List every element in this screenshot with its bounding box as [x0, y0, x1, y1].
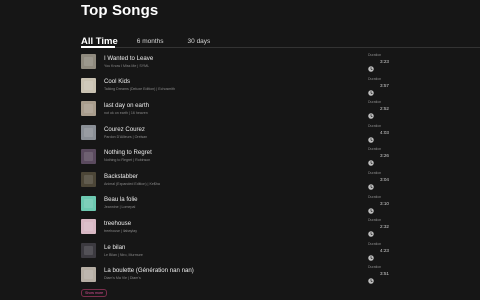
clock-icon — [368, 201, 374, 214]
song-title[interactable]: Cool Kids — [104, 78, 399, 86]
song-meta: La boulette (Génération nan nan) Diam's … — [104, 267, 399, 281]
song-row[interactable]: last day on earth not ok on earth | 16 h… — [81, 97, 399, 121]
album-cover — [81, 243, 96, 259]
album-cover — [81, 54, 96, 70]
album-cover — [81, 219, 96, 235]
album-cover — [81, 195, 96, 211]
duration-block: Duration 2:32 — [368, 217, 408, 237]
song-row[interactable]: Backstabber Animal (Expanded Edition) | … — [81, 168, 399, 192]
song-duration: 3:57 — [380, 82, 389, 88]
duration-label: Duration — [368, 170, 382, 175]
clock-icon — [368, 248, 374, 261]
song-title[interactable]: last day on earth — [104, 102, 399, 110]
duration-label: Duration — [368, 147, 382, 152]
song-subtitle: Le Bilan | Niro, Murmure — [104, 252, 143, 257]
song-meta: I Wanted to Leave You Know I Miss Me | S… — [104, 55, 399, 69]
song-title[interactable]: Nothing to Regret — [104, 149, 399, 157]
duration-label: Duration — [368, 53, 382, 57]
song-title[interactable]: Backstabber — [104, 173, 399, 181]
song-title[interactable]: I Wanted to Leave — [104, 55, 399, 63]
duration-block: Duration 3:26 — [368, 146, 408, 167]
clock-icon — [368, 153, 374, 167]
song-meta: Courez Courez Pardon D'Ailleurs | Orelsa… — [104, 126, 399, 140]
duration-label: Duration — [368, 241, 382, 246]
song-meta: Cool Kids Talking Dreams (Deluxe Edition… — [104, 78, 399, 92]
song-row[interactable]: Beau la folie Jeannine | Lomepal Duratio… — [81, 192, 399, 216]
song-subtitle: Nothing to Regret | Robinson — [104, 158, 151, 163]
album-cover — [81, 125, 96, 141]
duration-block: Duration 3:04 — [368, 170, 408, 190]
tab-6-months[interactable]: 6 months — [137, 37, 164, 47]
song-title[interactable]: Courez Courez — [104, 126, 399, 134]
song-duration: 3:10 — [380, 200, 389, 206]
song-meta: Nothing to Regret Nothing to Regret | Ro… — [104, 149, 399, 163]
duration-label: Duration — [368, 76, 382, 81]
song-title[interactable]: Le bilan — [104, 244, 399, 252]
duration-label: Duration — [368, 100, 382, 105]
song-meta: Le bilan Le Bilan | Niro, Murmure — [104, 244, 399, 258]
song-subtitle: not ok on earth | 16 heaven — [104, 110, 148, 115]
duration-label: Duration — [368, 265, 382, 270]
song-row[interactable]: La boulette (Génération nan nan) Diam's … — [81, 262, 399, 286]
song-title[interactable]: Beau la folie — [104, 196, 399, 204]
song-duration: 4:03 — [380, 129, 389, 135]
clock-icon — [368, 271, 374, 285]
song-row[interactable]: Courez Courez Pardon D'Ailleurs | Orelsa… — [81, 121, 399, 145]
album-cover — [81, 101, 96, 117]
clock-icon — [368, 59, 374, 72]
song-row[interactable]: Nothing to Regret Nothing to Regret | Ro… — [81, 144, 399, 168]
song-title[interactable]: La boulette (Génération nan nan) — [104, 267, 399, 275]
song-subtitle: Diam's Ma Vie | Diam's — [104, 276, 141, 281]
song-duration: 4:23 — [380, 247, 389, 253]
album-cover — [81, 148, 96, 164]
tab-30-days[interactable]: 30 days — [188, 37, 211, 47]
song-row[interactable]: Le bilan Le Bilan | Niro, Murmure Durati… — [81, 239, 399, 263]
song-duration: 2:52 — [380, 106, 389, 112]
duration-block: Duration 3:57 — [368, 76, 408, 96]
song-subtitle: Jeannine | Lomepal — [104, 205, 136, 210]
album-cover — [81, 266, 96, 282]
song-list: I Wanted to Leave You Know I Miss Me | S… — [81, 50, 399, 286]
song-meta: Backstabber Animal (Expanded Edition) | … — [104, 173, 399, 187]
duration-label: Duration — [368, 194, 382, 199]
song-subtitle: You Know I Miss Me | SYML — [104, 63, 150, 68]
duration-block: Duration 4:03 — [368, 123, 408, 143]
song-meta: last day on earth not ok on earth | 16 h… — [104, 102, 399, 116]
clock-icon — [368, 177, 374, 190]
song-duration: 3:51 — [380, 271, 389, 277]
song-subtitle: Pardon D'Ailleurs | Orelsan — [104, 134, 148, 139]
song-subtitle: Talking Dreams (Deluxe Edition) | Echosm… — [104, 87, 176, 92]
top-songs-page: Top Songs All Time 6 months 30 days I Wa… — [0, 0, 480, 300]
active-tab-indicator — [81, 46, 115, 48]
time-range-tabs: All Time 6 months 30 days — [81, 33, 234, 47]
album-cover — [81, 172, 96, 188]
clock-icon — [368, 224, 374, 237]
tabs-divider — [81, 47, 480, 48]
clock-icon — [368, 130, 374, 143]
song-row[interactable]: Cool Kids Talking Dreams (Deluxe Edition… — [81, 74, 399, 98]
song-meta: Beau la folie Jeannine | Lomepal — [104, 196, 399, 210]
song-duration: 3:23 — [380, 59, 389, 64]
song-duration: 3:26 — [380, 153, 389, 159]
duration-block: Duration 3:51 — [368, 264, 408, 285]
clock-icon — [368, 83, 374, 96]
duration-block: Duration 3:23 — [368, 52, 408, 72]
song-subtitle: treehouse | ilabaytay — [104, 228, 138, 233]
clock-icon — [368, 106, 374, 119]
duration-block: Duration 2:52 — [368, 99, 408, 119]
duration-block: Duration 3:10 — [368, 194, 408, 214]
show-more-button[interactable]: Show more — [81, 289, 108, 297]
song-row[interactable]: I Wanted to Leave You Know I Miss Me | S… — [81, 50, 399, 74]
song-meta: treehouse treehouse | ilabaytay — [104, 220, 399, 234]
duration-block: Duration 4:23 — [368, 241, 408, 261]
song-duration: 3:04 — [380, 176, 389, 182]
song-row[interactable]: treehouse treehouse | ilabaytay Duration… — [81, 215, 399, 239]
song-subtitle: Animal (Expanded Edition) | Ke$ha — [104, 181, 160, 186]
album-cover — [81, 77, 96, 93]
song-duration: 2:32 — [380, 224, 389, 230]
duration-label: Duration — [368, 218, 382, 223]
song-title[interactable]: treehouse — [104, 220, 399, 228]
duration-label: Duration — [368, 123, 382, 128]
page-title: Top Songs — [81, 2, 159, 19]
